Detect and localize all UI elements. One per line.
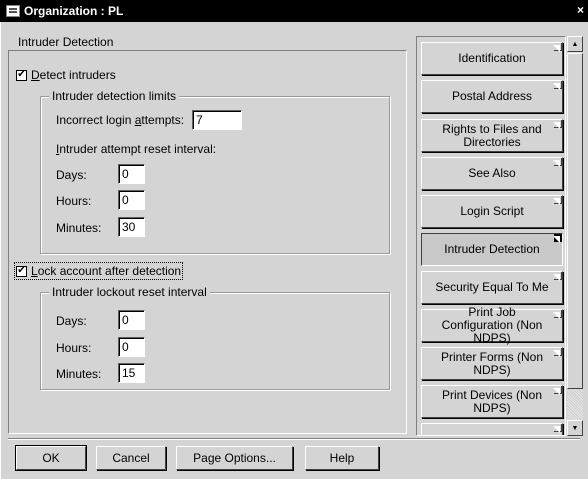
close-icon[interactable]: × [577, 3, 584, 17]
lockout-days-label: Days: [56, 314, 87, 328]
lock-account-checkbox[interactable]: ✔ Lock account after detection [13, 262, 184, 280]
tab-intruder-detection[interactable]: Intruder Detection [421, 233, 563, 266]
checkmark-icon: ✔ [16, 69, 27, 81]
minutes-label: Minutes: [56, 221, 102, 235]
tab-login-script[interactable]: Login Script [421, 195, 563, 228]
detect-intruders-checkbox[interactable]: ✔ Detect intruders [16, 68, 116, 82]
lockout-days-input[interactable]: 0 [118, 310, 145, 330]
scroll-thumb[interactable] [567, 53, 583, 389]
lock-account-label: Lock account after detection [31, 264, 182, 278]
login-attempts-input[interactable]: 7 [192, 110, 242, 130]
cancel-button[interactable]: Cancel [96, 446, 166, 470]
organization-icon [6, 5, 20, 17]
tab-security-equal-to-me[interactable]: Security Equal To Me [421, 271, 563, 304]
page-options-button[interactable]: Page Options... [176, 446, 293, 470]
group-title: Intruder detection limits [49, 89, 180, 103]
help-button[interactable]: Help [305, 446, 379, 470]
days-label: Days: [56, 168, 87, 182]
tabs-scrollbar[interactable]: ▲ ▼ [567, 36, 583, 436]
tab-more[interactable] [421, 423, 563, 435]
hours-input[interactable]: 0 [118, 190, 145, 210]
ok-button[interactable]: OK [15, 445, 87, 471]
lockout-minutes-input[interactable]: 15 [118, 363, 145, 383]
checkmark-icon: ✔ [16, 265, 27, 277]
tab-see-also[interactable]: See Also [421, 157, 563, 190]
title-bar: Organization : PL × [0, 0, 588, 22]
tab-identification[interactable]: Identification [421, 42, 563, 75]
lockout-minutes-label: Minutes: [56, 367, 102, 381]
page-tabs: Identification Postal Address Rights to … [416, 36, 566, 436]
reset-interval-label: Intruder attempt reset interval: [56, 142, 217, 156]
tab-printer-forms[interactable]: Printer Forms (Non NDPS) [421, 347, 563, 380]
detect-intruders-label: Detect intruders [31, 68, 116, 82]
tab-rights-to-files[interactable]: Rights to Files and Directories [421, 119, 563, 152]
lockout-hours-input[interactable]: 0 [118, 337, 145, 357]
scroll-up-arrow-icon[interactable]: ▲ [567, 36, 583, 52]
tab-postal-address[interactable]: Postal Address [421, 80, 563, 113]
page-title: Intruder Detection [18, 35, 114, 49]
hours-label: Hours: [56, 194, 92, 208]
lockout-hours-label: Hours: [56, 341, 92, 355]
scroll-down-arrow-icon[interactable]: ▼ [567, 420, 583, 436]
divider [8, 438, 580, 440]
group-title: Intruder lockout reset interval [49, 285, 210, 299]
days-input[interactable]: 0 [118, 164, 145, 184]
window-title: Organization : PL [24, 4, 124, 18]
minutes-input[interactable]: 30 [118, 217, 145, 237]
login-attempts-label: Incorrect login attempts: [56, 113, 185, 127]
tab-print-job-configuration[interactable]: Print Job Configuration (Non NDPS) [421, 306, 563, 345]
tab-print-devices[interactable]: Print Devices (Non NDPS) [421, 385, 563, 418]
